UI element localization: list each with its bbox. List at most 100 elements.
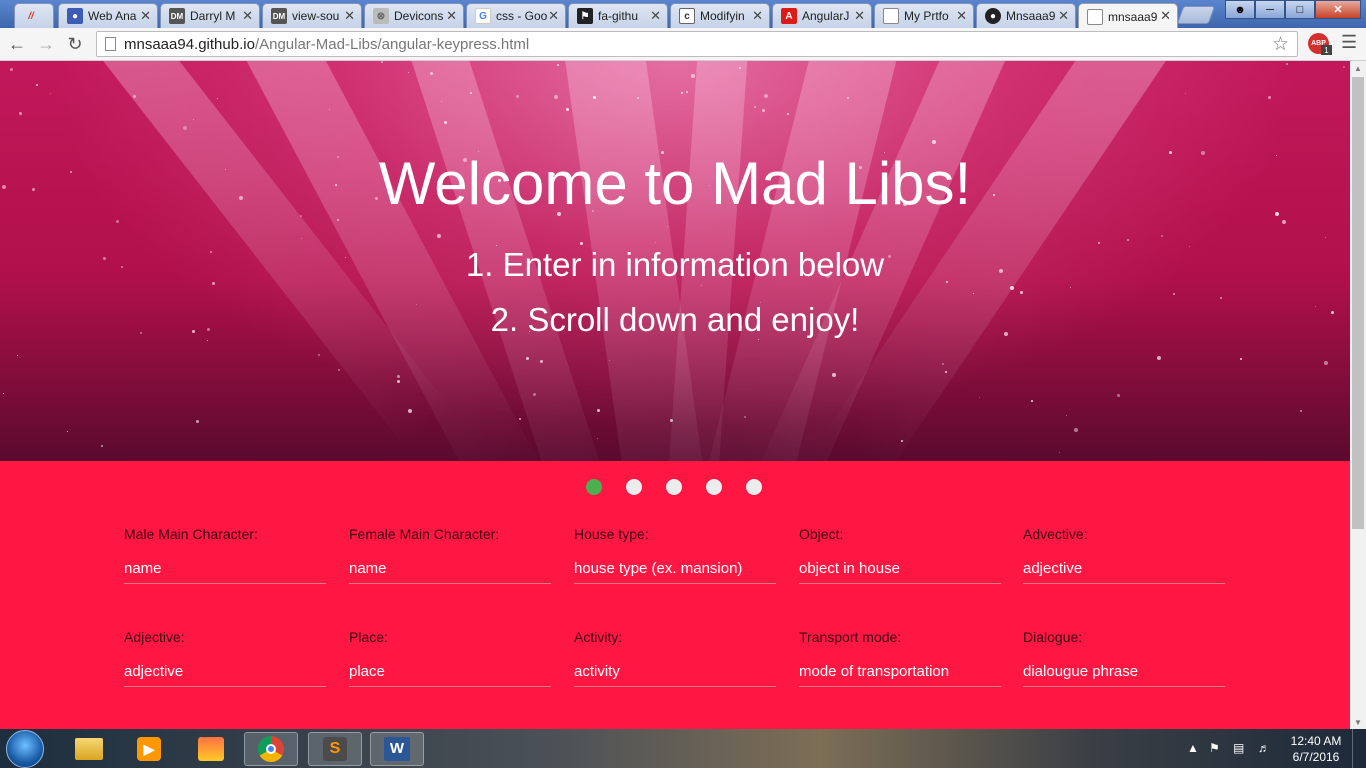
- new-tab-button[interactable]: [1176, 6, 1216, 24]
- minimize-button[interactable]: ─: [1255, 0, 1285, 19]
- url-host: mnsaaa94.github.io: [124, 35, 255, 53]
- close-icon[interactable]: ✕: [548, 8, 559, 24]
- tab-1[interactable]: DM Darryl M ✕: [160, 3, 260, 28]
- browser-toolbar: ← → ↻ mnsaaa94.github.io/Angular-Mad-Lib…: [0, 28, 1366, 61]
- word-icon[interactable]: W: [370, 732, 424, 766]
- sparkle-dot: [19, 112, 22, 115]
- sparkle-dot: [1059, 452, 1060, 453]
- tab-4[interactable]: G css - Goo ✕: [466, 3, 566, 28]
- sparkle-dot: [1185, 93, 1186, 94]
- sparkle-dot: [701, 285, 702, 286]
- field-label: Adjective:: [124, 629, 185, 645]
- sparkle-dot: [557, 212, 561, 216]
- sparkle-dot: [888, 255, 891, 258]
- sparkle-dot: [762, 109, 765, 112]
- tab-5[interactable]: ⚑ fa-githu ✕: [568, 3, 668, 28]
- tray-expand-icon[interactable]: ▲: [1187, 741, 1199, 755]
- close-icon[interactable]: ✕: [140, 8, 151, 24]
- reload-icon[interactable]: ↻: [63, 33, 87, 55]
- sparkle-dot: [946, 281, 948, 283]
- show-desktop-button[interactable]: [1352, 729, 1366, 768]
- file-explorer-icon[interactable]: [62, 732, 116, 766]
- sparkle-dot: [667, 226, 668, 227]
- tab-6[interactable]: c Modifyin ✕: [670, 3, 770, 28]
- sublime-text-icon[interactable]: S: [308, 732, 362, 766]
- close-icon[interactable]: ✕: [956, 8, 967, 24]
- sparkle-dot: [207, 340, 208, 341]
- sparkle-dot: [1240, 358, 1242, 360]
- action-center-icon[interactable]: ⚑: [1209, 741, 1220, 755]
- bookmark-star-icon[interactable]: ☆: [1272, 33, 1289, 56]
- chrome-icon[interactable]: [244, 732, 298, 766]
- scrollbar-thumb[interactable]: [1352, 77, 1364, 529]
- place-input[interactable]: [349, 657, 551, 687]
- start-button[interactable]: [6, 730, 44, 768]
- sparkle-dot: [993, 194, 995, 196]
- sparkle-dot: [540, 360, 543, 363]
- address-bar[interactable]: mnsaaa94.github.io/Angular-Mad-Libs/angu…: [96, 31, 1298, 57]
- sparkle-dot: [478, 151, 479, 152]
- paint-icon[interactable]: [184, 732, 238, 766]
- field-label: House type:: [574, 526, 649, 542]
- maximize-button[interactable]: □: [1285, 0, 1315, 19]
- close-icon[interactable]: ✕: [854, 8, 865, 24]
- tab-7[interactable]: A AngularJ ✕: [772, 3, 872, 28]
- back-arrow-icon[interactable]: ←: [5, 33, 29, 55]
- sparkle-dot: [1074, 428, 1078, 432]
- male-character-input[interactable]: [124, 554, 326, 584]
- scroll-down-arrow-icon[interactable]: ▼: [1350, 715, 1366, 729]
- pagination-dot[interactable]: [626, 479, 642, 495]
- house-type-input[interactable]: [574, 554, 776, 584]
- sparkle-dot: [884, 152, 885, 153]
- tab-10-active[interactable]: mnsaaa9 ✕: [1078, 3, 1178, 29]
- close-icon[interactable]: ✕: [1160, 8, 1171, 24]
- close-icon[interactable]: ✕: [446, 8, 457, 24]
- sparkle-dot: [1070, 287, 1071, 288]
- advective-input[interactable]: [1023, 554, 1225, 584]
- sparkle-dot: [566, 108, 569, 111]
- menu-icon[interactable]: ☰: [1341, 32, 1357, 53]
- pagination-dot[interactable]: [706, 479, 722, 495]
- sparkle-dot: [210, 251, 212, 253]
- page-title: Welcome to Mad Libs!: [378, 150, 972, 217]
- tab-3[interactable]: ⊗ Devicons ✕: [364, 3, 464, 28]
- close-window-button[interactable]: ✕: [1315, 0, 1361, 19]
- sparkle-dot: [441, 101, 442, 102]
- scroll-up-arrow-icon[interactable]: ▲: [1350, 61, 1366, 75]
- pagination-dot[interactable]: [666, 479, 682, 495]
- tab-9[interactable]: ● Mnsaaa9 ✕: [976, 3, 1076, 28]
- sparkle-dot: [670, 419, 673, 422]
- transport-mode-input[interactable]: [799, 657, 1001, 687]
- media-player-icon[interactable]: ▶: [122, 732, 176, 766]
- sparkle-dot: [329, 109, 330, 110]
- vertical-scrollbar[interactable]: ▲ ▼: [1350, 61, 1366, 729]
- sparkle-dot: [408, 409, 412, 413]
- forward-arrow-icon[interactable]: →: [34, 33, 58, 55]
- adjective-input[interactable]: [124, 657, 326, 687]
- close-icon[interactable]: ✕: [242, 8, 253, 24]
- dialogue-input[interactable]: [1023, 657, 1225, 687]
- close-icon[interactable]: ✕: [650, 8, 661, 24]
- field-label: Object:: [799, 526, 844, 542]
- tab-0[interactable]: ● Web Ana ✕: [58, 3, 158, 28]
- object-input[interactable]: [799, 554, 1001, 584]
- pagination-dot-active[interactable]: [586, 479, 602, 495]
- volume-icon[interactable]: ♬: [1258, 741, 1270, 755]
- sparkle-dot: [408, 72, 409, 73]
- close-icon[interactable]: ✕: [1058, 8, 1069, 24]
- pagination-dot[interactable]: [746, 479, 762, 495]
- close-icon[interactable]: ✕: [752, 8, 763, 24]
- sparkle-dot: [337, 156, 339, 158]
- tab-8[interactable]: My Prtfo ✕: [874, 3, 974, 28]
- tab-2[interactable]: DM view-sou ✕: [262, 3, 362, 28]
- user-icon[interactable]: ☻: [1225, 0, 1255, 19]
- close-icon[interactable]: ✕: [344, 8, 355, 24]
- sparkle-dot: [430, 72, 433, 75]
- system-clock[interactable]: 12:40 AM 6/7/2016: [1284, 733, 1348, 765]
- female-character-input[interactable]: [349, 554, 551, 584]
- activity-input[interactable]: [574, 657, 776, 687]
- page-icon: [1087, 8, 1103, 25]
- network-icon[interactable]: ▤: [1233, 741, 1244, 755]
- sparkle-dot: [826, 274, 830, 278]
- tab-pinned[interactable]: //: [14, 3, 54, 28]
